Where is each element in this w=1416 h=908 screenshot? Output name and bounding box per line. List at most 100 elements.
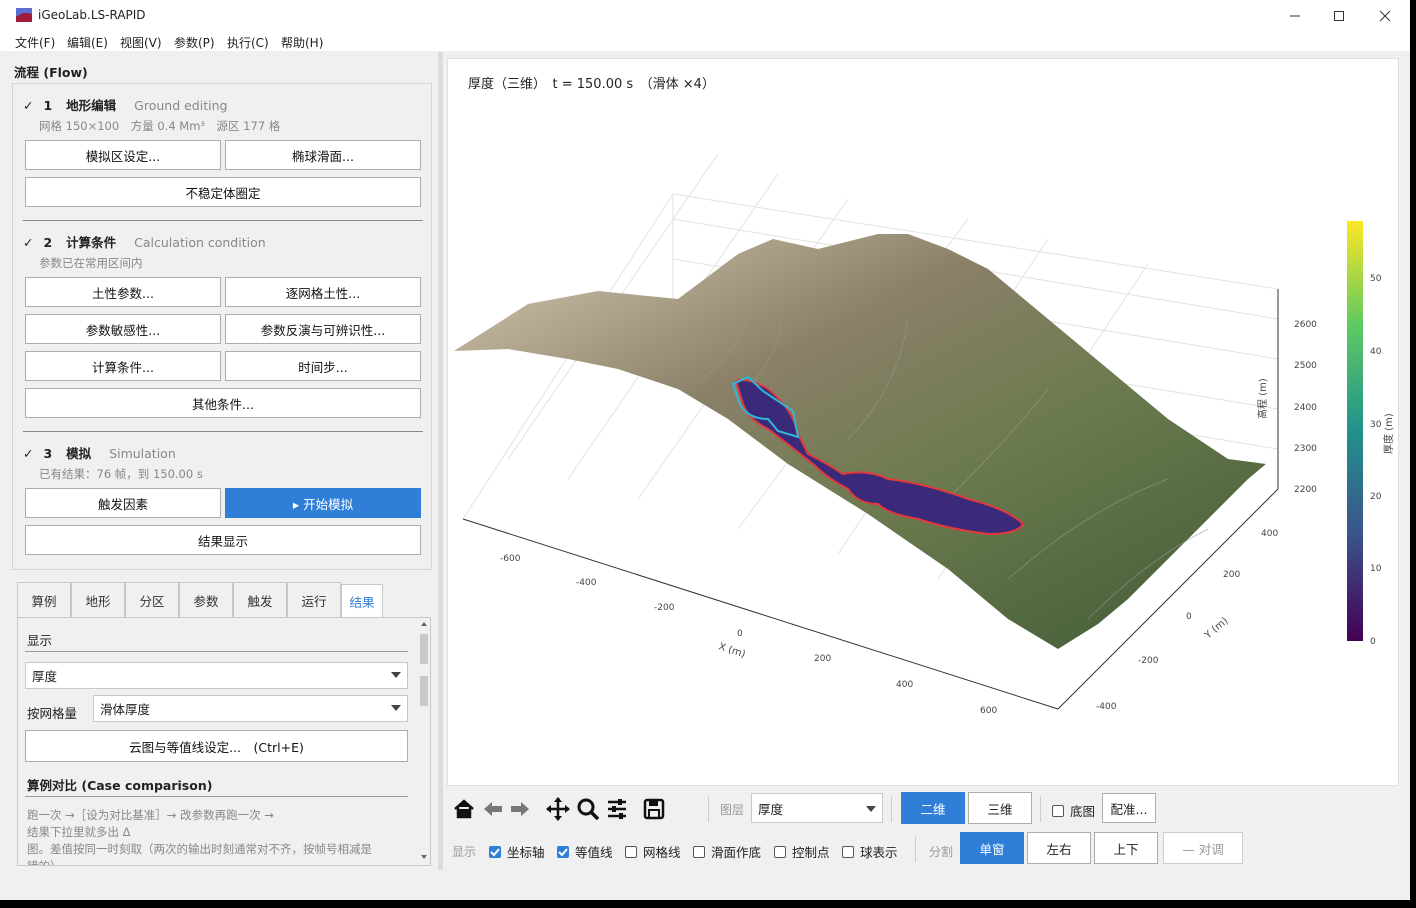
split-top-bottom-button[interactable]: 上下 bbox=[1094, 832, 1158, 864]
section-3-number: 3 bbox=[43, 446, 53, 461]
tab-run[interactable]: 运行 bbox=[287, 582, 341, 617]
case-comparison-help: 跑一次 →［设为对比基准］→ 改参数再跑一次 → 结果下拉里就多出 Δ 图。差值… bbox=[27, 808, 372, 866]
quantity-select[interactable]: 厚度 bbox=[25, 662, 408, 689]
forward-icon[interactable] bbox=[507, 796, 533, 822]
sim-area-button[interactable]: 模拟区设定... bbox=[25, 140, 221, 170]
basemap-checkbox[interactable]: 底图 bbox=[1052, 801, 1095, 820]
colorbar-tick: 40 bbox=[1370, 347, 1382, 357]
toolbar-separator bbox=[708, 796, 709, 822]
calc-conditions-button[interactable]: 计算条件... bbox=[25, 351, 221, 381]
section-2-subtitle: Calculation condition bbox=[134, 235, 266, 250]
display-header: 显示 bbox=[27, 633, 53, 648]
layer-label: 图层 bbox=[720, 803, 745, 817]
control-points-checkbox[interactable]: 控制点 bbox=[774, 842, 830, 861]
back-icon[interactable] bbox=[480, 796, 506, 822]
ellipsoid-slip-button[interactable]: 椭球滑面... bbox=[225, 140, 421, 170]
zoom-icon[interactable] bbox=[575, 796, 601, 822]
menu-params[interactable]: 参数(P) bbox=[174, 34, 215, 51]
sphere-checkbox[interactable]: 球表示 bbox=[842, 842, 898, 861]
results-panel: 显示 厚度 按网格量 滑体厚度 云图与等值线设定... (Ctrl+E) 算例对… bbox=[17, 617, 431, 866]
checkbox-box bbox=[774, 845, 786, 858]
layer-select[interactable]: 厚度 bbox=[751, 793, 883, 823]
menu-help[interactable]: 帮助(H) bbox=[281, 34, 323, 51]
trigger-factors-button[interactable]: 触发因素 bbox=[25, 488, 221, 518]
checkbox-box bbox=[489, 845, 501, 858]
per-grid-select[interactable]: 滑体厚度 bbox=[93, 695, 408, 722]
tab-trigger[interactable]: 触发 bbox=[233, 582, 287, 617]
quantity-value: 厚度 bbox=[32, 669, 58, 684]
view-2d-button[interactable]: 二维 bbox=[901, 792, 965, 824]
gridlines-label: 网格线 bbox=[643, 845, 681, 860]
colorbar-label: 厚度 (m) bbox=[1382, 413, 1395, 454]
section-3-heading: ✓ 3 模拟 Simulation bbox=[23, 443, 176, 462]
y-tick: 400 bbox=[1261, 529, 1278, 539]
sensitivity-button[interactable]: 参数敏感性... bbox=[25, 314, 221, 344]
contours-label: 等值线 bbox=[575, 845, 613, 860]
soil-params-button[interactable]: 土性参数... bbox=[25, 277, 221, 307]
menu-view[interactable]: 视图(V) bbox=[120, 34, 162, 51]
start-simulation-button[interactable]: ▸ 开始模拟 bbox=[225, 488, 421, 518]
z-tick: 2500 bbox=[1294, 361, 1317, 371]
chevron-down-icon bbox=[391, 705, 401, 711]
layer-value: 厚度 bbox=[758, 801, 784, 817]
panel-scrollbar[interactable] bbox=[418, 618, 430, 865]
swap-button[interactable]: — 对调 bbox=[1163, 832, 1243, 864]
inversion-button[interactable]: 参数反演与可辨识性... bbox=[225, 314, 421, 344]
home-icon[interactable] bbox=[451, 796, 477, 822]
tab-zones[interactable]: 分区 bbox=[125, 582, 179, 617]
tab-results[interactable]: 结果 bbox=[341, 584, 383, 618]
section-2-title: 计算条件 bbox=[66, 235, 117, 250]
axes-checkbox[interactable]: 坐标轴 bbox=[489, 842, 545, 861]
section-1-subtitle: Ground editing bbox=[134, 98, 228, 113]
section-3-subtitle: Simulation bbox=[109, 446, 176, 461]
slip-surface-checkbox[interactable]: 滑面作底 bbox=[693, 842, 761, 861]
pan-icon[interactable] bbox=[545, 796, 571, 822]
menu-run[interactable]: 执行(C) bbox=[227, 34, 269, 51]
close-icon bbox=[1379, 10, 1391, 21]
tab-cases[interactable]: 算例 bbox=[17, 582, 71, 617]
section-1-heading: ✓ 1 地形编辑 Ground editing bbox=[23, 95, 227, 114]
contour-settings-button[interactable]: 云图与等值线设定... (Ctrl+E) bbox=[25, 730, 408, 762]
contours-checkbox[interactable]: 等值线 bbox=[557, 842, 613, 861]
split-left-right-button[interactable]: 左右 bbox=[1027, 832, 1091, 864]
maximize-button[interactable] bbox=[1316, 0, 1362, 31]
time-step-button[interactable]: 时间步... bbox=[225, 351, 421, 381]
gridlines-checkbox[interactable]: 网格线 bbox=[625, 842, 681, 861]
x-tick: 200 bbox=[814, 654, 831, 664]
chevron-down-icon bbox=[391, 672, 401, 678]
register-button[interactable]: 配准... bbox=[1102, 793, 1156, 823]
configure-icon[interactable] bbox=[604, 796, 630, 822]
view-3d-button[interactable]: 三维 bbox=[968, 792, 1032, 824]
section-3-title: 模拟 bbox=[66, 446, 92, 461]
case-comparison-header: 算例对比 (Case comparison) bbox=[27, 778, 213, 793]
menu-edit[interactable]: 编辑(E) bbox=[67, 34, 108, 51]
pane-splitter[interactable] bbox=[438, 52, 443, 870]
control-points-label: 控制点 bbox=[792, 845, 830, 860]
per-cell-soil-button[interactable]: 逐网格土性... bbox=[225, 277, 421, 307]
split-single-button[interactable]: 单窗 bbox=[960, 832, 1024, 864]
z-tick: 2600 bbox=[1294, 320, 1317, 330]
other-conditions-button[interactable]: 其他条件... bbox=[25, 388, 421, 418]
colorbar bbox=[1347, 221, 1363, 641]
minimize-button[interactable] bbox=[1272, 0, 1318, 31]
section-1-number: 1 bbox=[43, 98, 53, 113]
unstable-mass-button[interactable]: 不稳定体圈定 bbox=[25, 177, 421, 207]
chevron-down-icon bbox=[866, 806, 876, 812]
divider bbox=[25, 796, 408, 797]
section-2-summary: 参数已在常用区间内 bbox=[39, 256, 143, 270]
maximize-icon bbox=[1334, 10, 1344, 21]
results-display-button[interactable]: 结果显示 bbox=[25, 525, 421, 555]
terrain-3d-plot: -600 -400 -200 0 200 400 600 X (m) 400 2… bbox=[454, 153, 1395, 716]
z-axis-label: 高程 (m) bbox=[1256, 378, 1269, 419]
close-button[interactable] bbox=[1362, 0, 1408, 31]
save-icon[interactable] bbox=[641, 796, 667, 822]
tab-params[interactable]: 参数 bbox=[179, 582, 233, 617]
tab-terrain[interactable]: 地形 bbox=[71, 582, 125, 617]
section-3-check: ✓ bbox=[23, 446, 34, 461]
colorbar-tick: 50 bbox=[1370, 274, 1382, 284]
plot-canvas[interactable]: 厚度（三维） t = 150.00 s （滑体 ×4） -600 -400 -2… bbox=[447, 58, 1399, 786]
menu-file[interactable]: 文件(F) bbox=[15, 34, 55, 51]
toolbar-separator bbox=[915, 836, 916, 862]
check-icon bbox=[558, 847, 568, 856]
plot-toolbar: 图层 厚度 二维 三维 底图 配准... 显示 坐标轴 等值线 网格线 滑面作底 bbox=[447, 790, 1407, 870]
